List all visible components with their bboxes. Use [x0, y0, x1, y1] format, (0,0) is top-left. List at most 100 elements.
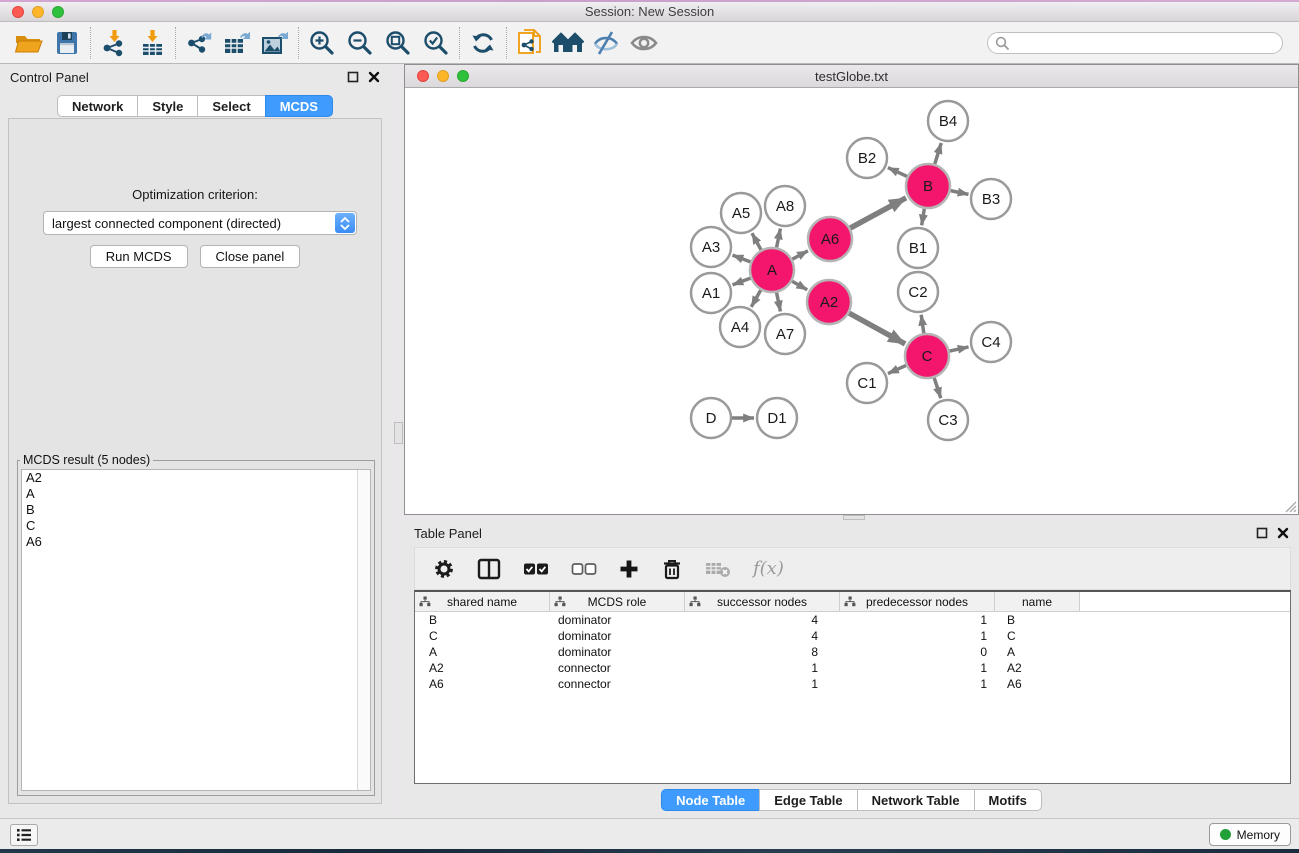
- delete-table-icon: [705, 560, 731, 578]
- column-header-predecessor-nodes[interactable]: predecessor nodes: [840, 592, 995, 611]
- table-row[interactable]: A6 connector 1 1 A6: [415, 676, 1290, 692]
- fx-icon: f(x): [753, 558, 784, 579]
- edge-C-C4[interactable]: [949, 347, 968, 351]
- function-builder-button[interactable]: f(x): [753, 558, 784, 579]
- tab-mcds[interactable]: MCDS: [265, 95, 333, 117]
- mcds-result-list[interactable]: A2 A B C A6: [21, 469, 371, 791]
- export-network-button[interactable]: [180, 25, 218, 61]
- add-column-button[interactable]: [619, 559, 639, 579]
- edge-B-B2[interactable]: [888, 168, 907, 177]
- zoom-fit-icon: [384, 29, 412, 57]
- zoom-selected-button[interactable]: [417, 25, 455, 61]
- close-panel-button[interactable]: Close panel: [200, 245, 301, 268]
- node-label-B: B: [923, 178, 933, 195]
- memory-button[interactable]: Memory: [1209, 823, 1291, 846]
- run-mcds-button[interactable]: Run MCDS: [90, 245, 188, 268]
- edge-C-C3[interactable]: [934, 378, 941, 398]
- maximize-window-button[interactable]: [52, 6, 64, 18]
- table-row[interactable]: C dominator 4 1 C: [415, 628, 1290, 644]
- minimize-network-button[interactable]: [437, 70, 449, 82]
- control-panel-title: Control Panel: [10, 70, 89, 85]
- table-row[interactable]: A dominator 8 0 A: [415, 644, 1290, 660]
- edge-C-C2[interactable]: [921, 315, 924, 333]
- edge-B-B4[interactable]: [935, 143, 941, 164]
- table-panel: Table Panel: [404, 520, 1299, 816]
- criterion-dropdown[interactable]: largest connected component (directed): [43, 211, 357, 235]
- close-window-button[interactable]: [12, 6, 24, 18]
- export-table-icon: [222, 29, 252, 57]
- edge-A-A6[interactable]: [792, 251, 808, 259]
- edge-A-A3[interactable]: [733, 255, 751, 262]
- task-history-button[interactable]: [10, 824, 38, 846]
- edge-A-A5[interactable]: [752, 233, 761, 250]
- table-row[interactable]: B dominator 4 1 B: [415, 612, 1290, 628]
- search-input[interactable]: [1010, 34, 1282, 52]
- node-label-A4: A4: [731, 319, 749, 336]
- edge-A2-C[interactable]: [849, 313, 905, 344]
- scrollbar-track[interactable]: [357, 470, 370, 790]
- column-header-shared-name[interactable]: shared name: [415, 592, 550, 611]
- edge-A6-B[interactable]: [850, 198, 906, 228]
- resize-grip-icon[interactable]: [1283, 499, 1297, 513]
- edge-C-C1[interactable]: [888, 365, 906, 373]
- list-item[interactable]: A6: [22, 534, 370, 550]
- node-label-A7: A7: [776, 326, 794, 343]
- minimize-window-button[interactable]: [32, 6, 44, 18]
- column-header-name[interactable]: name: [995, 592, 1080, 611]
- list-item[interactable]: A2: [22, 470, 370, 486]
- refresh-button[interactable]: [464, 25, 502, 61]
- tab-edge-table[interactable]: Edge Table: [759, 789, 857, 811]
- tab-node-table[interactable]: Node Table: [661, 789, 760, 811]
- edge-B-B1[interactable]: [922, 209, 925, 226]
- import-network-button[interactable]: [95, 25, 133, 61]
- edge-A-A8[interactable]: [777, 229, 781, 248]
- delete-columns-button[interactable]: [661, 558, 683, 580]
- graphics-details-button[interactable]: [587, 25, 625, 61]
- maximize-network-button[interactable]: [457, 70, 469, 82]
- import-table-icon: [138, 29, 166, 57]
- show-hide-panel-button[interactable]: [625, 25, 663, 61]
- tab-network-table[interactable]: Network Table: [857, 789, 975, 811]
- refresh-icon: [470, 30, 496, 56]
- delete-table-button[interactable]: [705, 560, 731, 578]
- edge-A-A7[interactable]: [777, 293, 781, 312]
- tab-style[interactable]: Style: [137, 95, 198, 117]
- zoom-out-button[interactable]: [341, 25, 379, 61]
- deselect-all-button[interactable]: [571, 562, 597, 576]
- edge-A-A1[interactable]: [733, 278, 751, 285]
- network-canvas[interactable]: B4B2BB3A5A8A6A3B1AA1C2A2A4A7C4CC1C3DD1: [406, 89, 1298, 514]
- import-table-button[interactable]: [133, 25, 171, 61]
- table-settings-button[interactable]: [433, 558, 455, 580]
- tab-network[interactable]: Network: [57, 95, 138, 117]
- edge-B-B3[interactable]: [951, 191, 969, 195]
- float-panel-icon[interactable]: [347, 71, 359, 83]
- new-network-from-file-button[interactable]: [511, 25, 549, 61]
- list-item[interactable]: A: [22, 486, 370, 502]
- home-view-button[interactable]: [549, 25, 587, 61]
- close-panel-icon[interactable]: [368, 71, 380, 83]
- table-row[interactable]: A2 connector 1 1 A2: [415, 660, 1290, 676]
- network-window-titlebar[interactable]: testGlobe.txt: [405, 65, 1298, 88]
- list-item[interactable]: B: [22, 502, 370, 518]
- vertical-divider-handle[interactable]: [394, 422, 403, 444]
- tab-select[interactable]: Select: [197, 95, 265, 117]
- tab-motifs[interactable]: Motifs: [974, 789, 1042, 811]
- edge-A-A2[interactable]: [792, 281, 807, 290]
- close-network-button[interactable]: [417, 70, 429, 82]
- close-panel-icon[interactable]: [1277, 527, 1289, 539]
- export-image-button[interactable]: [256, 25, 294, 61]
- show-columns-button[interactable]: [477, 558, 501, 580]
- zoom-in-button[interactable]: [303, 25, 341, 61]
- search-field[interactable]: [987, 32, 1283, 54]
- edge-A-A4[interactable]: [751, 290, 760, 307]
- float-panel-icon[interactable]: [1256, 527, 1268, 539]
- list-item[interactable]: C: [22, 518, 370, 534]
- save-session-button[interactable]: [48, 25, 86, 61]
- column-header-mcds-role[interactable]: MCDS role: [550, 592, 685, 611]
- select-all-button[interactable]: [523, 562, 549, 576]
- zoom-fit-button[interactable]: [379, 25, 417, 61]
- hierarchy-icon: [419, 596, 431, 607]
- column-header-successor-nodes[interactable]: successor nodes: [685, 592, 840, 611]
- open-session-button[interactable]: [10, 25, 48, 61]
- export-table-button[interactable]: [218, 25, 256, 61]
